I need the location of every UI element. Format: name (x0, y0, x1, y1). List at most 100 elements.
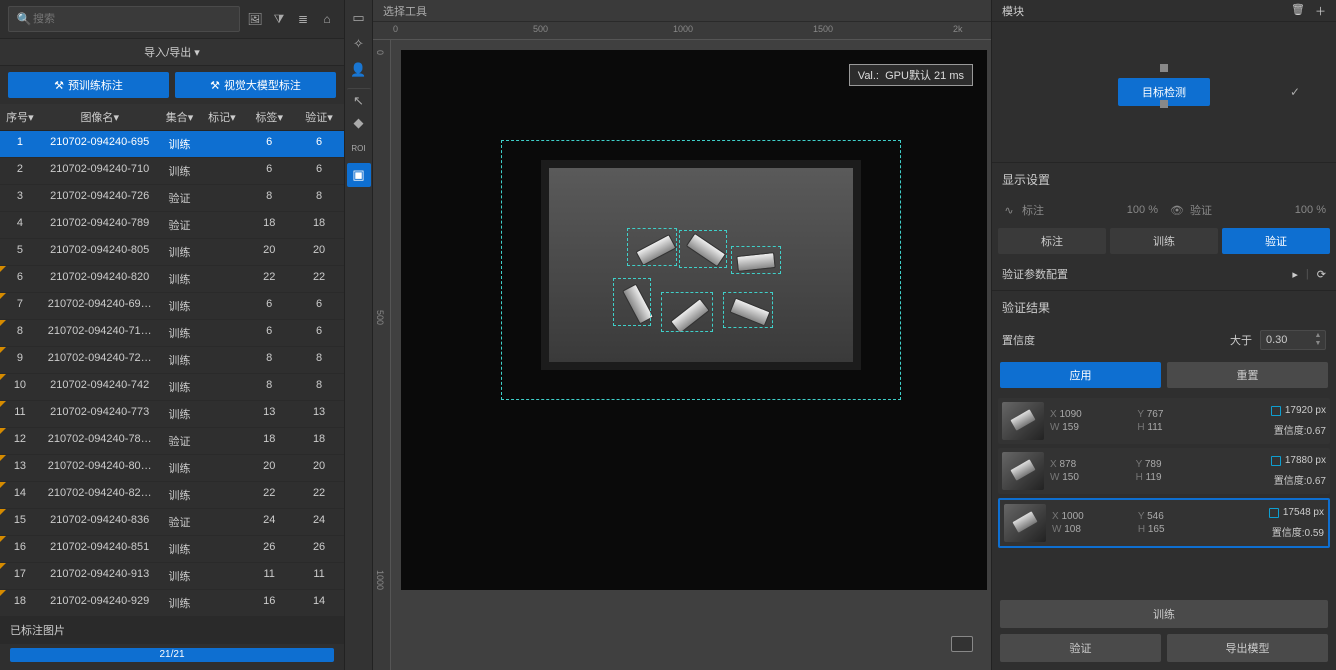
export-button[interactable]: 导出模型 (1167, 634, 1328, 662)
tool-person-icon[interactable]: 👤 (347, 58, 371, 82)
detection-box[interactable] (723, 292, 773, 328)
check-icon: ✓ (1290, 85, 1300, 99)
image-add-icon[interactable]: 🖼 (246, 10, 264, 28)
tab-label[interactable]: 标注 (998, 228, 1106, 254)
results-list[interactable]: X 1090Y 767W 159H 11117920 px置信度:0.67X 8… (992, 394, 1336, 552)
detection-box[interactable] (627, 228, 677, 266)
table-row[interactable]: 4210702-094240-789验证1818 (0, 212, 344, 239)
table-row[interactable]: 14210702-094240-82…训练2222 (0, 482, 344, 509)
flag-icon (0, 455, 6, 461)
tool-brush-icon[interactable]: ◆ (347, 111, 371, 135)
th-index[interactable]: 序号▾ (0, 104, 40, 130)
verify-opacity-name: 验证 (1190, 202, 1212, 218)
table-header: 序号▾ 图像名▾ 集合▾ 标记▾ 标签▾ 验证▾ (0, 104, 344, 131)
table-row[interactable]: 12210702-094240-78…验证1818 (0, 428, 344, 455)
flag-icon (0, 428, 6, 434)
keyboard-icon[interactable] (951, 636, 973, 652)
th-tag[interactable]: 标签▾ (244, 104, 294, 130)
table-row[interactable]: 17210702-094240-913训练1111 (0, 563, 344, 590)
eye-off-icon[interactable]: ∿ (1002, 204, 1016, 217)
tool-icon: ⚒ (210, 79, 220, 92)
tab-verify[interactable]: 验证 (1222, 228, 1330, 254)
table-row[interactable]: 11210702-094240-773训练1313 (0, 401, 344, 428)
table-row[interactable]: 16210702-094240-851训练2626 (0, 536, 344, 563)
flag-icon (0, 401, 6, 407)
pretrain-button[interactable]: ⚒预训练标注 (8, 72, 169, 98)
result-thumb (1002, 402, 1044, 440)
detection-box[interactable] (679, 230, 727, 268)
result-item[interactable]: X 1000Y 546W 108H 16517548 px置信度:0.59 (998, 498, 1330, 548)
train-button[interactable]: 训练 (1000, 600, 1328, 628)
table-row[interactable]: 13210702-094240-80…训练2020 (0, 455, 344, 482)
th-mark[interactable]: 标记▾ (199, 104, 244, 130)
module-graph[interactable]: 目标检测 ✓ (992, 22, 1336, 162)
confidence-spinner[interactable]: ▲▼ (1260, 330, 1326, 350)
confidence-input[interactable] (1261, 331, 1311, 349)
search-input[interactable] (33, 13, 233, 25)
import-export-btn[interactable]: 导入/导出 ▾ (0, 38, 344, 66)
search-box[interactable]: 🔍 (8, 6, 240, 32)
label-opacity-name: 标注 (1022, 202, 1044, 218)
flag-icon (0, 563, 6, 569)
table-row[interactable]: 1210702-094240-695训练66 (0, 131, 344, 158)
apply-button[interactable]: 应用 (1000, 362, 1161, 388)
filter-icon[interactable]: ⧩ (270, 10, 288, 28)
table-row[interactable]: 6210702-094240-820训练2222 (0, 266, 344, 293)
flag-icon (0, 536, 6, 542)
tool-roi-icon[interactable]: ROI (347, 137, 371, 161)
flag-icon (0, 590, 6, 596)
search-icon: 🔍 (15, 10, 33, 28)
table-row[interactable]: 10210702-094240-742训练88 (0, 374, 344, 401)
eye-icon[interactable]: 👁 (1170, 204, 1184, 217)
table-row[interactable]: 18210702-094240-929训练1614 (0, 590, 344, 616)
tool-select-icon[interactable]: ▣ (347, 163, 371, 187)
table-row[interactable]: 5210702-094240-805训练2020 (0, 239, 344, 266)
detection-box[interactable] (613, 278, 651, 326)
spin-down-icon[interactable]: ▼ (1311, 340, 1325, 348)
tool-icon: ⚒ (54, 79, 64, 92)
checkbox[interactable] (1271, 456, 1281, 466)
table-row[interactable]: 15210702-094240-836验证2424 (0, 509, 344, 536)
add-icon[interactable]: ＋ (1315, 3, 1326, 19)
label-opacity-value: 100 % (1127, 204, 1158, 216)
play-icon[interactable]: ▸ (1292, 268, 1298, 281)
th-set[interactable]: 集合▾ (160, 104, 200, 130)
tab-train[interactable]: 训练 (1110, 228, 1218, 254)
tool-wand-icon[interactable]: ✧ (347, 32, 371, 56)
verify-opacity-value: 100 % (1295, 204, 1326, 216)
tool-rect-icon[interactable]: ▭ (347, 6, 371, 30)
result-title: 验证结果 (992, 290, 1336, 324)
tool-cursor-icon[interactable]: ↖ (347, 88, 371, 109)
bigmodel-button[interactable]: ⚒视觉大模型标注 (175, 72, 336, 98)
checkbox[interactable] (1269, 508, 1279, 518)
list-icon[interactable]: ≣ (294, 10, 312, 28)
result-item[interactable]: X 1090Y 767W 159H 11117920 px置信度:0.67 (998, 398, 1330, 444)
grid-icon[interactable]: ⌂ (318, 10, 336, 28)
table-row[interactable]: 2210702-094240-710训练66 (0, 158, 344, 185)
confidence-op[interactable]: 大于 (1230, 332, 1252, 348)
node-handle-bottom[interactable] (1160, 100, 1168, 108)
table-row[interactable]: 8210702-094240-71…训练66 (0, 320, 344, 347)
detection-box[interactable] (731, 246, 781, 274)
spin-up-icon[interactable]: ▲ (1311, 332, 1325, 340)
th-name[interactable]: 图像名▾ (40, 104, 160, 130)
node-handle-top[interactable] (1160, 64, 1168, 72)
result-item[interactable]: X 878Y 789W 150H 11917880 px置信度:0.67 (998, 448, 1330, 494)
table-row[interactable]: 7210702-094240-69…训练66 (0, 293, 344, 320)
verify-button[interactable]: 验证 (1000, 634, 1161, 662)
canvas[interactable]: Val.: GPU默认 21 ms (391, 40, 991, 670)
table-body[interactable]: 1210702-094240-695训练662210702-094240-710… (0, 131, 344, 616)
reset-button[interactable]: 重置 (1167, 362, 1328, 388)
detection-box[interactable] (661, 292, 713, 332)
delete-icon[interactable]: 🗑 (1291, 3, 1305, 19)
flag-icon (0, 374, 6, 380)
left-panel: 🔍 🖼 ⧩ ≣ ⌂ 导入/导出 ▾ ⚒预训练标注 ⚒视觉大模型标注 序号▾ 图像… (0, 0, 345, 670)
checkbox[interactable] (1271, 406, 1281, 416)
table-row[interactable]: 9210702-094240-72…训练88 (0, 347, 344, 374)
validation-badge: Val.: GPU默认 21 ms (849, 64, 973, 86)
refresh-icon[interactable]: ⟳ (1317, 268, 1326, 281)
ruler-vertical: 05001000 (373, 40, 391, 670)
module-title: 模块 (1002, 3, 1024, 19)
table-row[interactable]: 3210702-094240-726验证88 (0, 185, 344, 212)
th-verify[interactable]: 验证▾ (294, 104, 344, 130)
